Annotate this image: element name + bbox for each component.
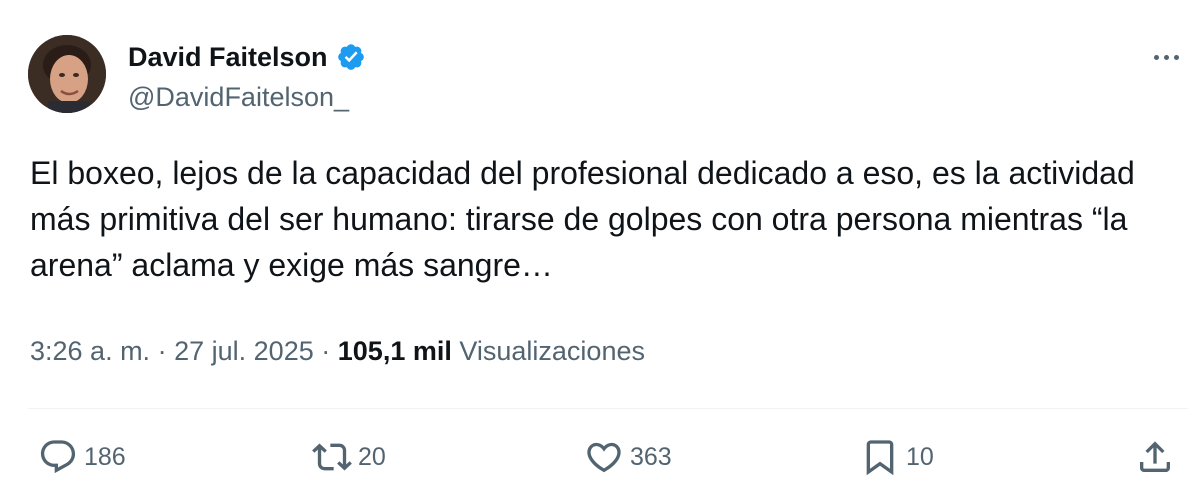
divider	[28, 408, 1188, 409]
like-count: 363	[630, 442, 672, 471]
views-count: 105,1 mil	[337, 336, 452, 366]
tweet-time[interactable]: 3:26 a. m.	[30, 336, 150, 366]
meta-separator: ·	[157, 336, 167, 366]
author-handle[interactable]: @DavidFaitelson_	[128, 80, 349, 114]
tweet-metadata: 3:26 a. m. · 27 jul. 2025 · 105,1 mil Vi…	[30, 333, 645, 369]
more-dot	[1153, 54, 1159, 60]
repost-button[interactable]: 20	[312, 432, 386, 482]
tweet-text: El boxeo, lejos de la capacidad del prof…	[30, 155, 1135, 283]
more-icon[interactable]	[1148, 45, 1184, 69]
bookmark-button[interactable]: 10	[860, 432, 934, 482]
author-display-name[interactable]: David Faitelson	[128, 40, 366, 74]
like-button[interactable]: 363	[584, 432, 672, 482]
more-dot	[1173, 54, 1179, 60]
author-name-text: David Faitelson	[128, 42, 328, 72]
avatar[interactable]	[28, 35, 106, 113]
bookmark-icon	[866, 440, 894, 476]
tweet-card: David Faitelson @DavidFaitelson_ El boxe…	[0, 0, 1200, 503]
repost-icon	[312, 443, 352, 471]
reply-count: 186	[84, 442, 126, 471]
meta-separator: ·	[321, 336, 331, 366]
share-icon	[1140, 441, 1170, 472]
share-button[interactable]	[1135, 432, 1175, 482]
avatar-image	[28, 35, 106, 113]
like-icon	[587, 442, 621, 473]
bookmark-count: 10	[906, 442, 934, 471]
reply-button[interactable]: 186	[38, 432, 126, 482]
more-dot	[1163, 54, 1169, 60]
tweet-date[interactable]: 27 jul. 2025	[174, 336, 314, 366]
verified-icon	[337, 44, 364, 70]
reply-icon	[40, 440, 76, 474]
views-label: Visualizaciones	[459, 336, 645, 366]
repost-count: 20	[358, 442, 386, 471]
action-bar: 186 20 363 10	[0, 432, 1200, 482]
